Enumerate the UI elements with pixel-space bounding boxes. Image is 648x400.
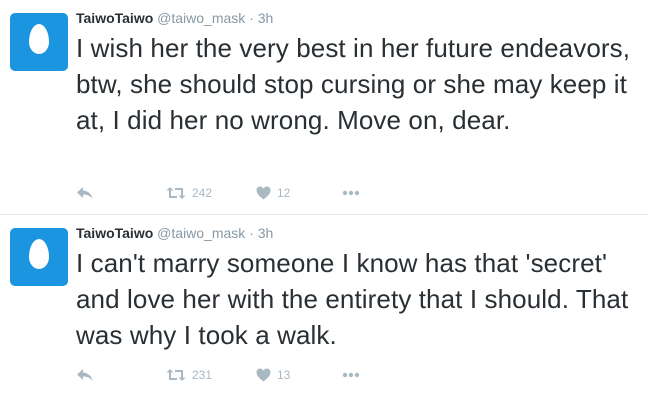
retweet-button[interactable]: 231 [166,365,212,385]
heart-icon [256,368,271,382]
tweet-item[interactable]: TaiwoTaiwo @taiwo_mask · 3h I can't marr… [0,215,648,400]
tweet-timestamp[interactable]: 3h [258,10,274,26]
egg-avatar-icon [29,24,49,54]
more-button[interactable] [342,183,360,203]
tweet-header: TaiwoTaiwo @taiwo_mask · 3h [76,224,273,242]
author-fullname[interactable]: TaiwoTaiwo [76,10,153,26]
author-fullname[interactable]: TaiwoTaiwo [76,225,153,241]
like-count: 13 [277,368,291,382]
tweet-actions: 242 12 [76,183,476,203]
reply-button[interactable] [76,365,94,385]
tweet-header: TaiwoTaiwo @taiwo_mask · 3h [76,9,273,27]
retweet-icon [166,187,186,199]
retweet-count: 231 [192,368,213,382]
like-button[interactable]: 12 [256,183,290,203]
reply-icon [77,369,93,381]
reply-icon [77,187,93,199]
like-count: 12 [277,186,291,200]
avatar[interactable] [10,13,68,71]
egg-avatar-icon [29,239,49,269]
reply-button[interactable] [76,183,94,203]
more-icon [342,190,360,196]
retweet-icon [166,369,186,381]
avatar[interactable] [10,228,68,286]
tweet-text: I can't marry someone I know has that 's… [76,248,629,350]
heart-icon [256,186,271,200]
retweet-button[interactable]: 242 [166,183,212,203]
time-separator: · [249,10,254,26]
time-separator: · [249,225,254,241]
tweet-actions: 231 13 [76,365,476,385]
author-handle[interactable]: @taiwo_mask [157,10,245,26]
more-button[interactable] [342,365,360,385]
like-button[interactable]: 13 [256,365,290,385]
tweet-item[interactable]: TaiwoTaiwo @taiwo_mask · 3h I wish her t… [0,0,648,215]
retweet-count: 242 [192,186,213,200]
tweet-text: I wish her the very best in her future e… [76,33,631,135]
more-icon [342,372,360,378]
tweet-timestamp[interactable]: 3h [258,225,274,241]
author-handle[interactable]: @taiwo_mask [157,225,245,241]
